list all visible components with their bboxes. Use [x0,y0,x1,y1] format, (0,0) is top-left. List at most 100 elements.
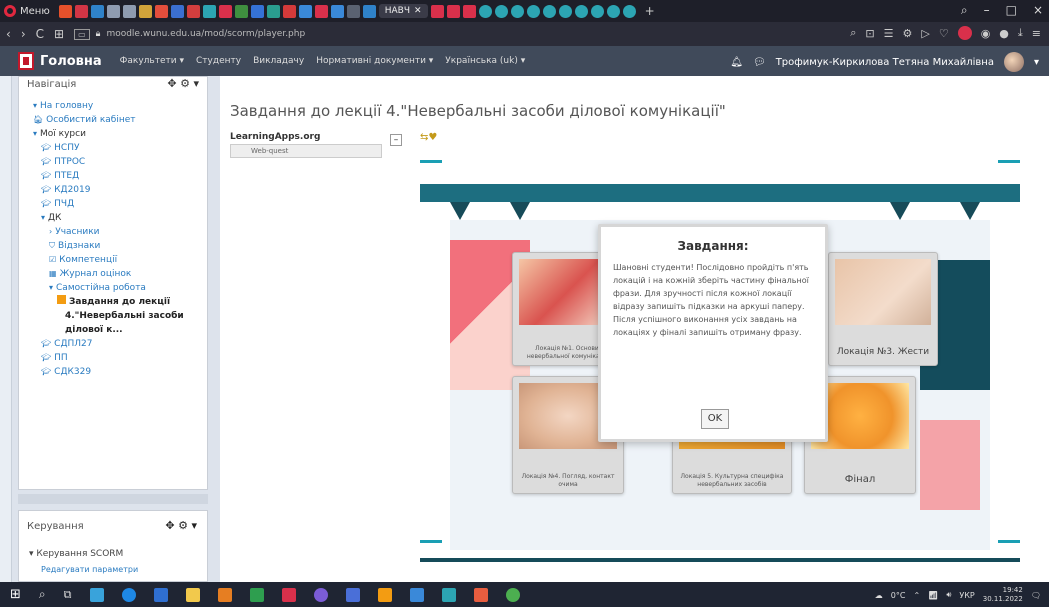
app-icon[interactable] [345,587,360,602]
nav-teachers[interactable]: Викладачу [253,56,304,66]
tab-favicon[interactable] [526,4,540,18]
speed-dial-icon[interactable]: ⊞ [54,27,64,41]
tree-item-current-activity-line3[interactable]: ділової к... [33,323,184,337]
tab-favicon[interactable] [478,4,492,18]
forward-icon[interactable]: › [21,27,26,41]
user-name[interactable]: Трофимук-Киркилова Тетяна Михайлівна [776,57,994,68]
app-icon[interactable] [473,587,488,602]
file-explorer-icon[interactable] [89,587,104,602]
tree-item-course[interactable]: 🎓︎ ПТРОС [33,155,184,169]
block-actions-icon[interactable]: ✥ ⚙ ▾ [165,519,197,532]
download-icon[interactable]: ⤓ [1018,26,1023,40]
tab-favicon[interactable] [234,4,248,18]
powerpoint-icon[interactable] [217,587,232,602]
tab-favicon[interactable] [170,4,184,18]
tab-favicon[interactable] [138,4,152,18]
tab-favicon[interactable] [362,4,376,18]
temperature[interactable]: 0°C [891,591,906,600]
weather-icon[interactable]: ☁ [875,591,883,600]
nav-students[interactable]: Студенту [196,56,241,66]
tab-favicon[interactable] [298,4,312,18]
close-window-icon[interactable]: × [1033,3,1043,18]
tab-favicon[interactable] [446,4,460,18]
heart-icon[interactable]: ♡ [939,27,949,40]
sidebar-dock-strip[interactable] [0,76,12,582]
tray-chevron-icon[interactable]: ⌃ [913,591,920,600]
tab-favicon[interactable] [250,4,264,18]
tree-item-my-courses[interactable]: ▾ Мої курси [33,127,184,141]
tab-favicon[interactable] [122,4,136,18]
opera-icon[interactable] [281,587,296,602]
tab-favicon[interactable] [574,4,588,18]
tree-item-course[interactable]: 🎓︎ НСПУ [33,141,184,155]
windows-start-icon[interactable]: ⊞ [10,587,21,602]
tab-favicon[interactable] [74,4,88,18]
mail-icon[interactable] [409,587,424,602]
clock[interactable]: 19:42 30.11.2022 [983,586,1023,604]
tree-item-badges[interactable]: ⛉ Відзнаки [33,239,184,253]
extensions-icon[interactable]: ⚙ [902,27,912,40]
tab-favicon[interactable] [314,4,328,18]
tab-favicon[interactable] [462,4,476,18]
tab-favicon[interactable] [606,4,620,18]
tree-item-course[interactable]: 🎓︎ ПЧД [33,197,184,211]
tab-favicon[interactable] [622,4,636,18]
tab-favicon[interactable] [558,4,572,18]
network-icon[interactable]: 📶︎ [928,591,938,600]
url-field[interactable]: ▭ 🔒︎ moodle.wunu.edu.ua/mod/scorm/player… [74,28,305,40]
vpn-icon[interactable] [957,26,972,40]
tab-favicon[interactable] [90,4,104,18]
bell-icon[interactable]: 🔔︎ [730,57,743,68]
nav-documents[interactable]: Нормативні документи ▾ [316,56,433,66]
chrome-icon[interactable] [505,587,520,602]
search-icon[interactable]: ⌕ [850,26,856,40]
tab-favicon[interactable] [266,4,280,18]
app-icon[interactable] [441,587,456,602]
university-logo-icon[interactable] [18,52,34,70]
nav-language[interactable]: Українська (uk) ▾ [445,56,525,66]
excel-icon[interactable] [249,587,264,602]
tree-item-home[interactable]: ▾ На головну [33,99,184,113]
chat-icon[interactable]: 💬︎ [753,57,766,68]
block-resize-handle[interactable] [18,494,208,504]
edge-icon[interactable] [121,587,136,602]
tab-favicon[interactable] [218,4,232,18]
tree-item-competencies[interactable]: ☑ Компетенції [33,253,184,267]
nav-faculties[interactable]: Факультети ▾ [120,56,184,66]
tree-item-course[interactable]: 🎓︎ СДПЛ27 [33,337,184,351]
tab-favicon[interactable] [282,4,296,18]
tree-item-grades[interactable]: ▦ Журнал оцінок [33,267,184,281]
profile-icon[interactable]: ● [999,27,1009,40]
tab-favicon[interactable] [542,4,556,18]
edit-settings-link[interactable]: Редагувати параметри [41,565,138,574]
tab-favicon[interactable] [106,4,120,18]
home-link[interactable]: Головна [40,54,102,69]
tree-item-current-activity[interactable]: Завдання до лекції [33,295,184,309]
tree-item-course[interactable]: 🎓︎ СДК329 [33,365,184,379]
tree-item-dashboard[interactable]: 🏠︎ Особистий кабінет [33,113,184,127]
folder-icon[interactable] [185,587,200,602]
tree-item-course-dk[interactable]: ▾ ДК [33,211,184,225]
notifications-icon[interactable]: 🗨︎ [1031,591,1041,600]
tab-favicon[interactable] [590,4,604,18]
tree-item-course[interactable]: 🎓︎ КД2019 [33,183,184,197]
scorm-admin-item[interactable]: ▾ Керування SCORM [29,549,123,559]
reload-icon[interactable]: C [36,27,44,41]
volume-icon[interactable]: 🔊︎ [946,590,951,600]
shield-icon[interactable]: ◉ [981,27,991,40]
tree-item-participants[interactable]: › Учасники [33,225,184,239]
learningapps-item[interactable]: Web-quest [230,144,382,158]
maximize-icon[interactable]: □ [1006,3,1017,18]
location-card-3[interactable]: Локація №3. Жести [828,252,938,366]
close-tab-icon[interactable]: ✕ [414,6,422,16]
ok-button[interactable]: OK [701,409,729,429]
toc-toggle-button[interactable]: – [390,134,402,146]
navigation-arrows-icon[interactable]: ⇆♥ [420,132,437,143]
tab-favicon[interactable] [330,4,344,18]
tree-item-course[interactable]: 🎓︎ ПП [33,351,184,365]
tab-favicon[interactable] [346,4,360,18]
tab-favicon[interactable] [510,4,524,18]
search-icon[interactable]: ⌕ [39,587,46,602]
tab-favicon[interactable] [154,4,168,18]
avatar[interactable] [1003,52,1024,72]
